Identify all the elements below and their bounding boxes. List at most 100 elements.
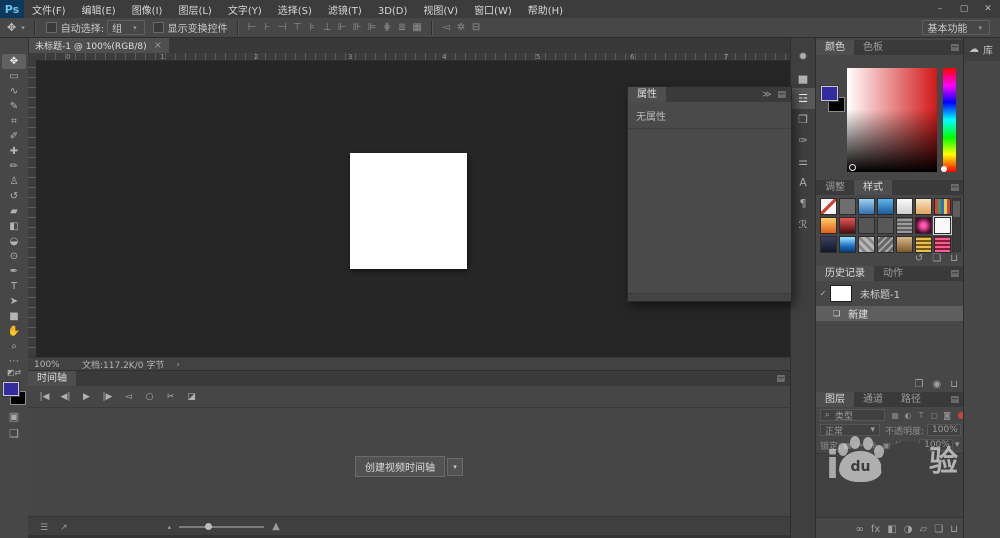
tab-styles[interactable]: 样式: [854, 180, 892, 195]
add-layer-mask-button[interactable]: ◧: [887, 524, 896, 535]
menu-image[interactable]: 图像(I): [124, 0, 171, 19]
style-swatch[interactable]: [877, 217, 894, 234]
frame-timeline-icon[interactable]: ☰: [40, 523, 48, 533]
close-tab-icon[interactable]: ×: [154, 40, 162, 51]
create-timeline-dropdown-icon[interactable]: ▾: [447, 458, 463, 476]
history-brush-tool[interactable]: ↺: [2, 189, 26, 204]
rectangle-tool[interactable]: ■: [2, 309, 26, 324]
brush-panel-icon[interactable]: ✑: [791, 130, 816, 151]
next-frame-button[interactable]: |▶: [97, 392, 118, 402]
panel-menu-icon[interactable]: ▤: [950, 183, 959, 193]
align-bottom-edges-icon[interactable]: ⊥: [320, 22, 335, 33]
distribute-bottom-icon[interactable]: ⊫: [365, 22, 380, 33]
show-transform-checkbox[interactable]: [153, 22, 164, 33]
distribute-horizontal-centers-icon[interactable]: ≣: [395, 22, 410, 33]
adjustment-layer-button[interactable]: ◑: [904, 524, 913, 535]
style-swatch[interactable]: [915, 236, 932, 253]
create-video-timeline-button[interactable]: 创建视频时间轴: [355, 456, 445, 477]
libraries-header[interactable]: ☁ 库: [964, 38, 1000, 61]
edit-toolbar-button[interactable]: ⋯: [2, 354, 26, 369]
delete-state-button[interactable]: ⊔: [950, 379, 958, 390]
default-colors-icon[interactable]: ◩⇄: [0, 368, 28, 377]
type-tool[interactable]: T: [2, 279, 26, 294]
style-swatch[interactable]: [915, 198, 932, 215]
history-state-row[interactable]: ❏ 新建: [816, 306, 964, 321]
tab-layers[interactable]: 图层: [816, 392, 854, 407]
menu-edit[interactable]: 编辑(E): [74, 0, 124, 19]
character-panel-icon[interactable]: A: [791, 172, 816, 193]
hue-slider-marker[interactable]: [941, 166, 947, 172]
brush-tool[interactable]: ✏: [2, 159, 26, 174]
distribute-top-icon[interactable]: ⊩: [335, 22, 350, 33]
opacity-field[interactable]: 100% ▾: [927, 424, 961, 436]
reset-styles-button[interactable]: ↺: [915, 253, 923, 264]
zoom-tool[interactable]: ⌕: [2, 339, 26, 354]
delete-layer-button[interactable]: ⊔: [950, 524, 958, 535]
menu-filter[interactable]: 滤镜(T): [320, 0, 370, 19]
align-top-edges-icon[interactable]: ⊤: [290, 22, 305, 33]
current-tool-icon[interactable]: ✥: [5, 21, 18, 34]
style-swatch-none[interactable]: [820, 198, 837, 215]
tab-history[interactable]: 历史记录: [816, 266, 874, 281]
tool-presets-panel-icon[interactable]: ⚌: [791, 151, 816, 172]
filter-smart-objects-icon[interactable]: ◙: [941, 411, 954, 420]
blur-tool[interactable]: ◒: [2, 234, 26, 249]
style-swatch[interactable]: [858, 217, 875, 234]
lock-position-icon[interactable]: ✛: [867, 441, 880, 450]
style-swatch[interactable]: [896, 217, 913, 234]
spot-healing-brush-tool[interactable]: ✚: [2, 144, 26, 159]
convert-timeline-icon[interactable]: ↗: [60, 523, 68, 533]
delete-style-button[interactable]: ⊔: [950, 253, 958, 264]
distribute-vertical-centers-icon[interactable]: ⊪: [350, 22, 365, 33]
history-source-checkbox[interactable]: ✓: [816, 289, 830, 298]
crop-tool[interactable]: ⌗: [2, 114, 26, 129]
screen-mode-button[interactable]: ❏: [0, 427, 28, 440]
style-swatch[interactable]: [934, 217, 951, 234]
3d-rotate-icon[interactable]: ✲: [454, 22, 469, 33]
style-swatch[interactable]: [877, 236, 894, 253]
style-swatch[interactable]: [877, 198, 894, 215]
zoom-in-icon[interactable]: ▲: [272, 521, 280, 532]
menu-help[interactable]: 帮助(H): [520, 0, 571, 19]
align-vertical-centers-icon[interactable]: ⊧: [305, 22, 320, 33]
align-horizontal-centers-icon[interactable]: ⊦: [260, 22, 275, 33]
minimize-button[interactable]: –: [928, 1, 952, 17]
layer-filter-dropdown[interactable]: ⌕ 类型: [820, 409, 885, 421]
tab-timeline[interactable]: 时间轴: [28, 371, 76, 386]
maximize-button[interactable]: ▢: [952, 1, 976, 17]
menu-select[interactable]: 选择(S): [270, 0, 320, 19]
fill-field[interactable]: 100% ▾: [919, 439, 953, 451]
quick-selection-tool[interactable]: ✎: [2, 99, 26, 114]
style-swatch[interactable]: [839, 217, 856, 234]
panel-menu-icon[interactable]: ▤: [776, 374, 785, 384]
document-canvas[interactable]: [350, 153, 467, 269]
audio-mute-icon[interactable]: ◅: [439, 22, 454, 33]
blend-mode-dropdown[interactable]: 正常 ▾: [820, 424, 880, 436]
tab-color[interactable]: 颜色: [816, 40, 854, 55]
swap-colors-icon[interactable]: ⇄: [14, 368, 21, 377]
new-group-button[interactable]: ▱: [920, 524, 928, 535]
mute-audio-button[interactable]: ◅: [118, 392, 139, 402]
zoom-slider-track[interactable]: [179, 526, 264, 528]
previous-frame-button[interactable]: ◀|: [55, 392, 76, 402]
menu-view[interactable]: 视图(V): [415, 0, 466, 19]
align-left-edges-icon[interactable]: ⊢: [245, 22, 260, 33]
style-swatch[interactable]: [934, 198, 951, 215]
snapshot-thumbnail[interactable]: [830, 285, 852, 302]
align-right-edges-icon[interactable]: ⊣: [275, 22, 290, 33]
panel-menu-icon[interactable]: ▤: [950, 269, 959, 279]
history-snapshot-row[interactable]: ✓ 未标题-1: [816, 284, 964, 302]
foreground-color-swatch[interactable]: [3, 382, 19, 396]
clone-stamp-tool[interactable]: ♙: [2, 174, 26, 189]
style-swatch[interactable]: [896, 198, 913, 215]
lock-transparency-icon[interactable]: ▦: [841, 441, 854, 450]
paragraph-panel-icon[interactable]: ¶: [791, 193, 816, 214]
menu-file[interactable]: 文件(F): [24, 0, 74, 19]
zoom-slider-thumb[interactable]: [205, 523, 212, 530]
tab-paths[interactable]: 路径: [892, 392, 930, 407]
new-document-from-state-button[interactable]: ❐: [914, 379, 923, 390]
eyedropper-tool[interactable]: ✐: [2, 129, 26, 144]
zoom-out-icon[interactable]: ▴: [168, 523, 172, 531]
properties-panel-icon[interactable]: ☲: [791, 88, 816, 109]
style-swatch[interactable]: [858, 236, 875, 253]
